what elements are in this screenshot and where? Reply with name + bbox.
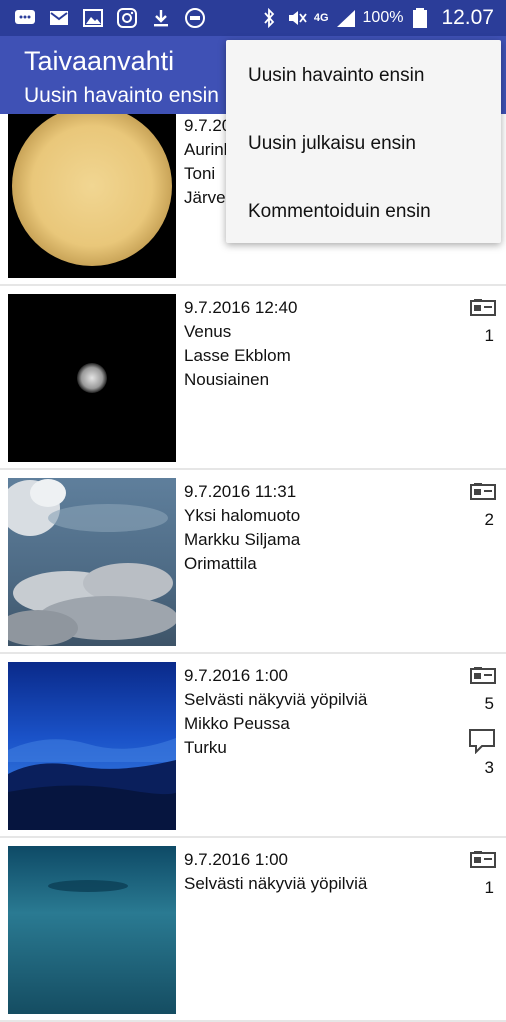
observation-place: Nousiainen: [184, 370, 270, 389]
photo-count: 5: [484, 694, 494, 713]
sort-menu: Uusin havainto ensin Uusin julkaisu ensi…: [226, 40, 501, 243]
chat-notification-icon: [14, 8, 36, 28]
bluetooth-icon: [258, 8, 280, 28]
battery-icon: [409, 8, 431, 28]
status-bar: 4G 100% 12.07: [0, 0, 506, 36]
observation-observer: Mikko Peussa: [184, 714, 290, 733]
observation-thumbnail: [8, 478, 176, 646]
page-title: Taivaanvahti: [24, 46, 175, 76]
list-item[interactable]: 9.7.2016 1:00 Selvästi näkyviä yöpilviä …: [0, 838, 506, 1022]
download-notification-icon: [150, 8, 172, 28]
observation-place: Turku: [184, 738, 227, 757]
photo-count: 1: [484, 326, 494, 345]
photo-count: 1: [484, 878, 494, 897]
observation-thumbnail: [8, 294, 176, 462]
app-notification-icon: [184, 8, 206, 28]
list-item[interactable]: 9.7.2016 12:40 Venus Lasse Ekblom Nousia…: [0, 286, 506, 470]
observation-thumbnail: [8, 114, 176, 278]
photo-card-icon: [470, 483, 496, 500]
observation-title: Selvästi näkyviä yöpilviä: [184, 690, 368, 709]
image-notification-icon: [82, 8, 104, 28]
observation-place: Orimattila: [184, 554, 257, 573]
observation-date: 9.7.2016 12:40: [184, 298, 298, 317]
signal-strength-icon: [335, 8, 357, 28]
photo-card-icon: [470, 851, 496, 868]
menu-item-most-commented[interactable]: Kommentoiduin ensin: [226, 178, 501, 246]
observation-observer: Markku Siljama: [184, 530, 301, 549]
sort-mode-subtitle: Uusin havainto ensin: [24, 84, 219, 107]
observation-title: Selvästi näkyviä yöpilviä: [184, 874, 368, 893]
battery-percent: 100%: [362, 9, 404, 26]
observation-thumbnail: [8, 662, 176, 830]
observation-date: 9.7.2016 1:00: [184, 850, 288, 869]
photo-card-icon: [470, 667, 496, 684]
clock: 12.07: [441, 6, 494, 29]
photo-card-icon: [470, 299, 496, 316]
observation-date: 9.7.2016 11:31: [184, 482, 297, 501]
mute-icon: [286, 8, 308, 28]
list-item[interactable]: 9.7.2016 1:00 Selvästi näkyviä yöpilviä …: [0, 654, 506, 838]
observation-title: Yksi halomuoto: [184, 506, 301, 525]
comment-bubble-icon: [469, 729, 495, 754]
network-type-label: 4G: [313, 12, 329, 24]
observation-date: 9.7.2016 1:00: [184, 666, 288, 685]
observation-observer: Lasse Ekblom: [184, 346, 291, 365]
photo-count: 2: [484, 510, 494, 529]
instagram-notification-icon: [116, 8, 138, 28]
menu-item-newest-publication[interactable]: Uusin julkaisu ensin: [226, 110, 501, 178]
mail-notification-icon: [48, 8, 70, 28]
comment-count: 3: [484, 758, 494, 777]
menu-item-newest-observation[interactable]: Uusin havainto ensin: [226, 42, 501, 110]
list-item[interactable]: 9.7.2016 11:31 Yksi halomuoto Markku Sil…: [0, 470, 506, 654]
observation-thumbnail: [8, 846, 176, 1014]
observation-title: Venus: [184, 322, 232, 341]
